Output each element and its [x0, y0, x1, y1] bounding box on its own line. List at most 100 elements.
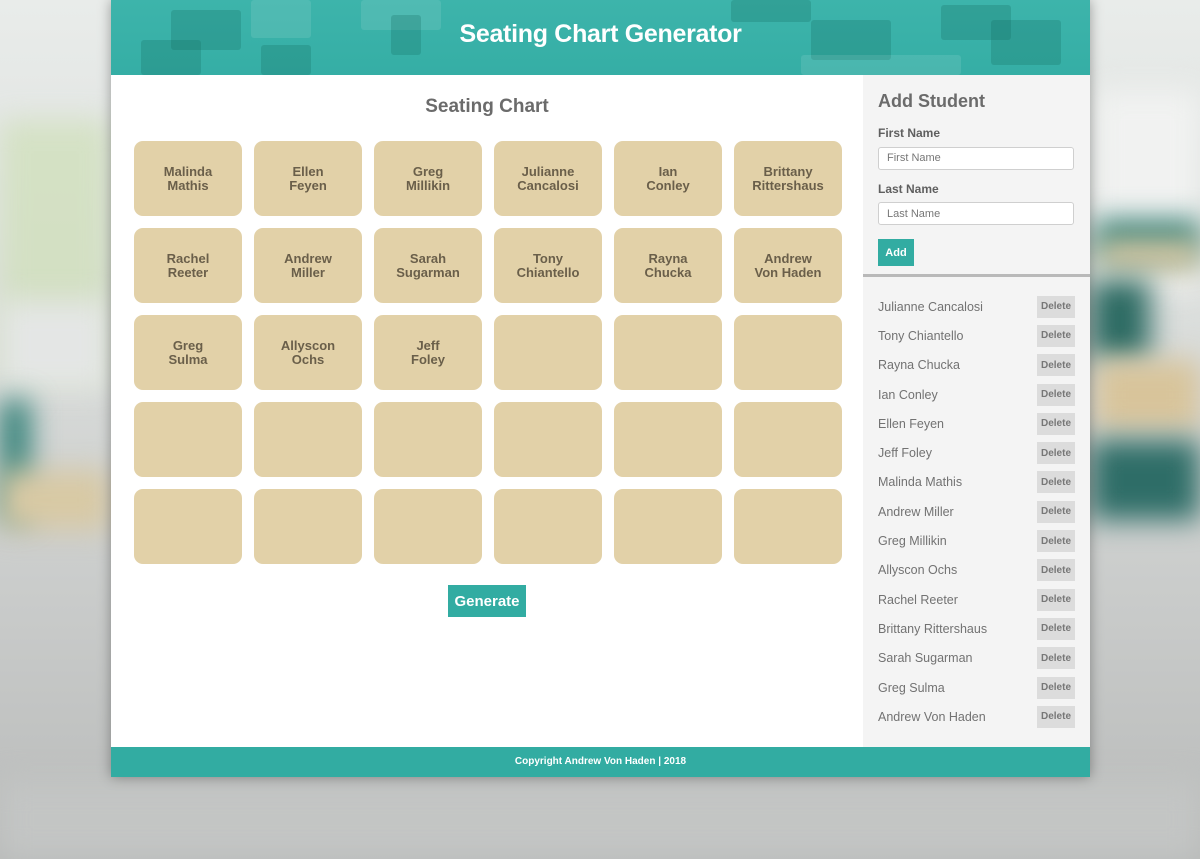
- generate-button[interactable]: Generate: [448, 585, 526, 617]
- delete-student-button[interactable]: Delete: [1037, 617, 1075, 640]
- student-list-item: Rayna Chucka Delete: [878, 351, 1075, 380]
- seat: Greg Millikin: [374, 141, 482, 216]
- student-name: Malinda Mathis: [878, 475, 963, 490]
- delete-student-button[interactable]: Delete: [1037, 676, 1075, 699]
- delete-student-button[interactable]: Delete: [1037, 412, 1075, 435]
- seat-student-name: Rayna Chucka: [645, 250, 692, 280]
- delete-student-button[interactable]: Delete: [1037, 500, 1075, 523]
- student-name: Rayna Chucka: [878, 358, 960, 373]
- student-name: Julianne Cancalosi: [878, 299, 983, 314]
- student-list-item: Andrew Miller Delete: [878, 497, 1075, 526]
- first-name-label: First Name: [878, 126, 941, 140]
- seat-last-name: Ochs: [291, 351, 325, 367]
- student-name: Ellen Feyen: [878, 416, 945, 431]
- seat-last-name: Conley: [646, 177, 690, 193]
- empty-seat: [374, 402, 482, 477]
- seat-first-name: Greg: [172, 337, 204, 353]
- seat-last-name: Rittershaus: [752, 177, 824, 193]
- student-name: Andrew Miller: [878, 504, 954, 519]
- empty-seat: [734, 489, 842, 564]
- seat-last-name: Chiantello: [516, 264, 580, 280]
- add-student-button[interactable]: Add: [878, 239, 914, 266]
- seat: Jeff Foley: [374, 315, 482, 390]
- seat-first-name: Tony: [532, 250, 564, 266]
- first-name-input[interactable]: [878, 146, 1074, 170]
- sidebar: Add Student First Name Last Name Add Jul…: [863, 75, 1090, 747]
- seat: Rachel Reeter: [134, 228, 242, 303]
- add-student-form: Add Student First Name Last Name Add: [863, 75, 1090, 277]
- empty-seat: [494, 315, 602, 390]
- seat-student-name: Andrew Von Haden: [754, 250, 822, 280]
- seat-first-name: Rachel: [166, 250, 210, 266]
- empty-seat: [614, 402, 722, 477]
- last-name-label: Last Name: [878, 181, 939, 196]
- delete-student-button[interactable]: Delete: [1037, 324, 1075, 347]
- student-list-item: Allyscon Ochs Delete: [878, 556, 1075, 585]
- seat-student-name: Greg Millikin: [406, 164, 450, 193]
- delete-student-button[interactable]: Delete: [1037, 383, 1075, 406]
- delete-student-button[interactable]: Delete: [1037, 530, 1075, 553]
- header-banner: Seating Chart Generator: [111, 0, 1090, 75]
- delete-student-button[interactable]: Delete: [1037, 588, 1075, 611]
- seat: Rayna Chucka: [614, 228, 722, 303]
- seat-student-name: Greg Sulma: [168, 337, 208, 367]
- seat-first-name: Julianne: [521, 163, 575, 179]
- seat-grid: Malinda Mathis Ellen Feyen Greg Millikin Julia…: [134, 141, 842, 564]
- seat-student-name: Allyscon Ochs: [280, 337, 336, 367]
- empty-seat: [254, 402, 362, 477]
- seat-student-name: Sarah Sugarman: [396, 251, 460, 280]
- student-name: Brittany Rittershaus: [878, 621, 988, 636]
- delete-student-button[interactable]: Delete: [1037, 647, 1075, 670]
- student-list-item: Julianne Cancalosi Delete: [878, 292, 1075, 321]
- student-list-item: Brittany Rittershaus Delete: [878, 614, 1075, 643]
- seat-last-name: Miller: [291, 264, 325, 280]
- empty-seat: [254, 489, 362, 564]
- seat-first-name: Ellen: [292, 163, 324, 179]
- student-name: Jeff Foley: [878, 446, 932, 461]
- app-window: Seating Chart Generator Seating Chart Ma…: [111, 0, 1090, 777]
- seat-first-name: Allyscon: [280, 337, 336, 353]
- delete-student-button[interactable]: Delete: [1037, 442, 1075, 465]
- empty-seat: [614, 315, 722, 390]
- seat: Ian Conley: [614, 141, 722, 216]
- seat: Brittany Rittershaus: [734, 141, 842, 216]
- seat-first-name: Andrew: [764, 250, 812, 266]
- student-list-item: Tony Chiantello Delete: [878, 321, 1075, 350]
- seat-first-name: Malinda: [163, 163, 213, 179]
- student-name: Ian Conley: [878, 387, 938, 402]
- seat-last-name: Sugarman: [396, 264, 460, 280]
- seat-last-name: Reeter: [167, 264, 209, 280]
- last-name-input[interactable]: [878, 202, 1074, 225]
- delete-student-button[interactable]: Delete: [1037, 471, 1075, 494]
- seat-first-name: Rayna: [648, 250, 688, 266]
- seat-student-name: Jeff Foley: [411, 337, 445, 367]
- seat-last-name: Von Haden: [754, 264, 822, 280]
- seat-student-name: Julianne Cancalosi: [517, 163, 579, 193]
- student-name: Andrew Von Haden: [878, 709, 986, 724]
- seat-last-name: Sulma: [168, 351, 208, 367]
- delete-student-button[interactable]: Delete: [1037, 559, 1075, 582]
- seat: Tony Chiantello: [494, 228, 602, 303]
- seating-chart-title: Seating Chart: [425, 96, 549, 117]
- seat-last-name: Foley: [411, 351, 445, 367]
- seat-first-name: Jeff: [416, 337, 440, 353]
- seat-student-name: Ian Conley: [646, 164, 690, 193]
- student-list: Julianne Cancalosi Delete Tony Chiantello D…: [863, 277, 1090, 731]
- seating-chart-panel: Seating Chart Malinda Mathis Ellen Feyen Gre…: [111, 75, 863, 747]
- delete-student-button[interactable]: Delete: [1037, 295, 1075, 318]
- student-name: Allyscon Ochs: [878, 563, 958, 578]
- student-name: Greg Millikin: [878, 534, 947, 549]
- seat: Malinda Mathis: [134, 141, 242, 216]
- seat-student-name: Malinda Mathis: [163, 163, 213, 193]
- student-list-item: Greg Sulma Delete: [878, 673, 1075, 702]
- seat-student-name: Andrew Miller: [284, 251, 332, 280]
- add-student-heading: Add Student: [878, 91, 985, 111]
- student-name: Greg Sulma: [878, 680, 945, 695]
- delete-student-button[interactable]: Delete: [1037, 354, 1075, 377]
- empty-seat: [494, 489, 602, 564]
- seat-last-name: Feyen: [289, 177, 327, 193]
- seat-student-name: Rachel Reeter: [166, 250, 210, 280]
- seat-last-name: Cancalosi: [517, 177, 579, 193]
- empty-seat: [134, 489, 242, 564]
- delete-student-button[interactable]: Delete: [1037, 705, 1075, 728]
